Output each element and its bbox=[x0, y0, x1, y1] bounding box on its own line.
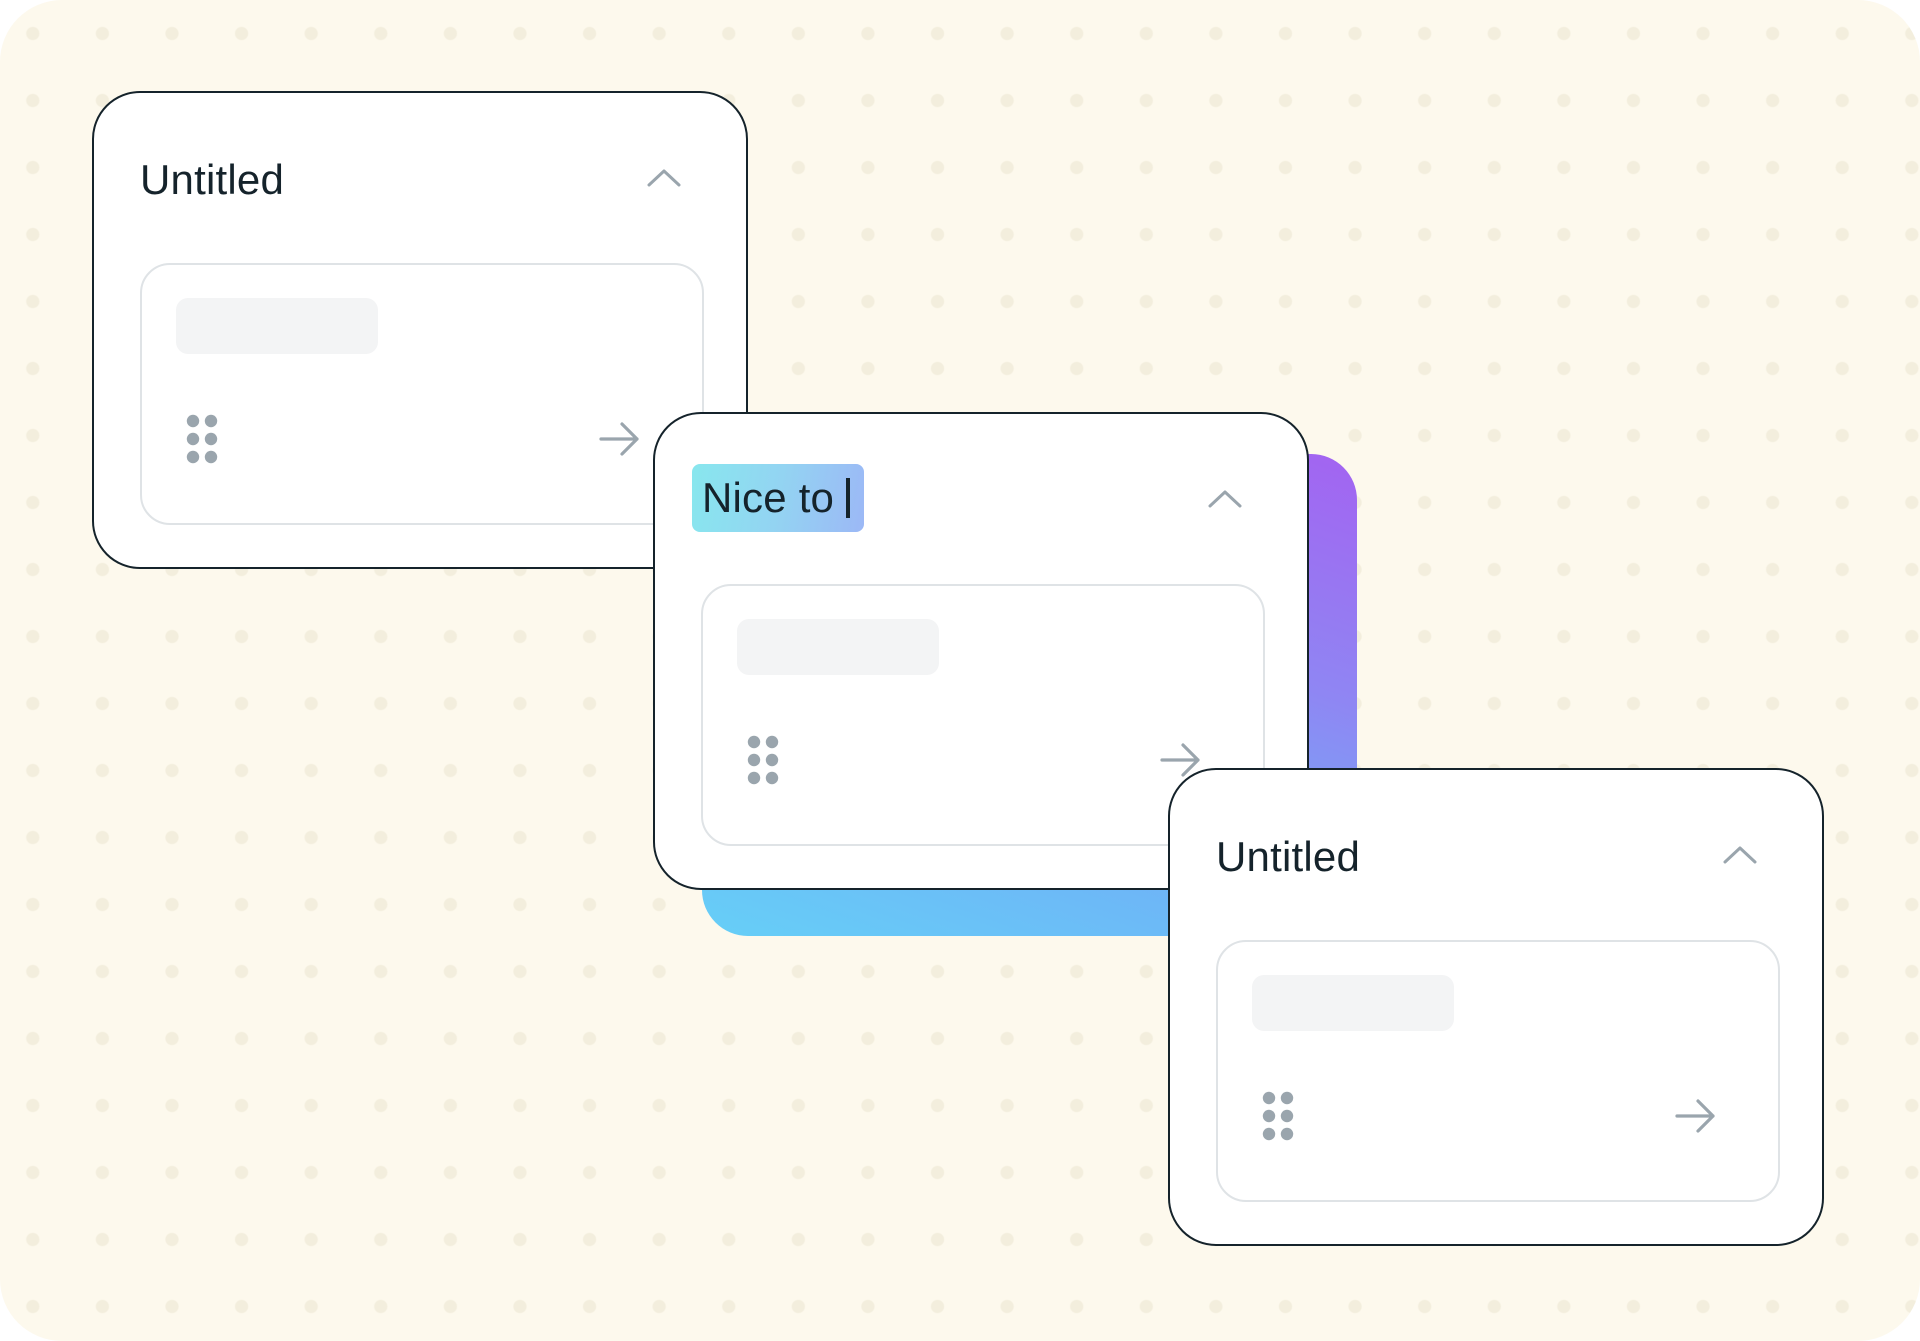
placeholder-bar bbox=[176, 298, 378, 354]
chevron-up-icon bbox=[1723, 846, 1757, 864]
placeholder-bar bbox=[1252, 975, 1454, 1031]
title-edit-field[interactable]: Nice to bbox=[692, 464, 865, 532]
collapse-button[interactable] bbox=[642, 155, 686, 199]
card-content bbox=[140, 263, 704, 525]
chevron-up-icon bbox=[647, 169, 681, 187]
next-arrow-button[interactable] bbox=[596, 417, 644, 461]
collapse-button[interactable] bbox=[1718, 832, 1762, 876]
arrow-right-icon bbox=[1675, 1099, 1715, 1133]
canvas-background: Untitled Nice to Untitled bbox=[0, 0, 1920, 1341]
placeholder-bar bbox=[737, 619, 939, 675]
drag-handle-icon[interactable] bbox=[747, 734, 781, 786]
card-content bbox=[1216, 940, 1780, 1202]
card-1[interactable]: Untitled bbox=[92, 91, 748, 569]
text-cursor bbox=[846, 478, 851, 518]
card-title[interactable]: Untitled bbox=[1216, 828, 1360, 886]
arrow-right-icon bbox=[599, 422, 639, 456]
card-3[interactable]: Untitled bbox=[1168, 768, 1824, 1246]
next-arrow-button[interactable] bbox=[1672, 1094, 1720, 1138]
chevron-up-icon bbox=[1208, 490, 1242, 508]
card-title-input-text: Nice to bbox=[702, 474, 835, 521]
collapse-button[interactable] bbox=[1203, 476, 1247, 520]
card-title[interactable]: Untitled bbox=[140, 151, 284, 209]
drag-handle-icon[interactable] bbox=[1262, 1090, 1296, 1142]
drag-handle-icon[interactable] bbox=[186, 413, 220, 465]
